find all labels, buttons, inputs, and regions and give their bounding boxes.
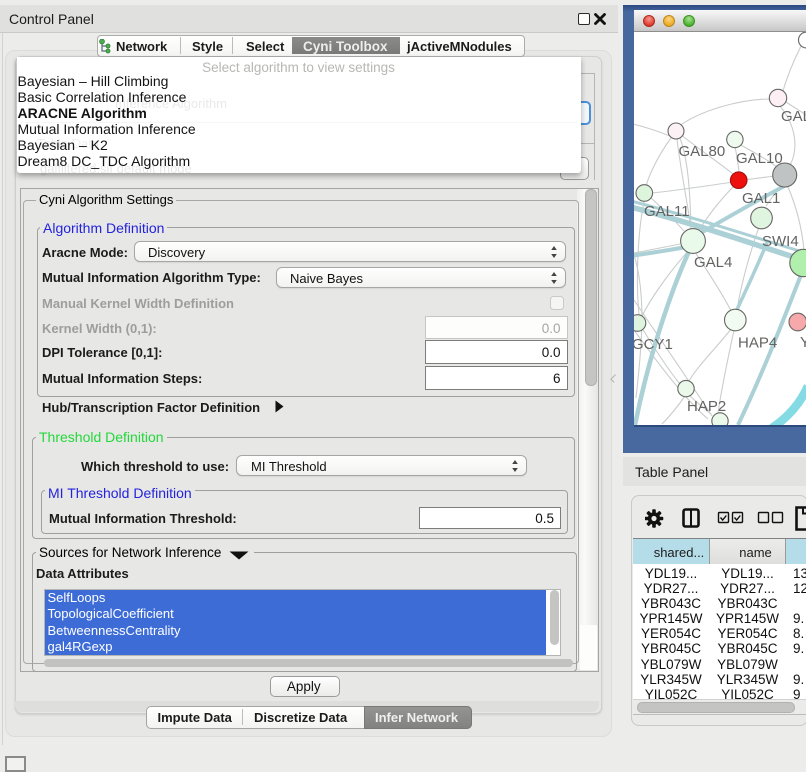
svg-text:GAL10: GAL10 [736, 150, 783, 167]
svg-text:SWI4: SWI4 [762, 233, 799, 250]
svg-text:GAL: GAL [781, 108, 806, 125]
svg-text:HAP2: HAP2 [687, 398, 726, 415]
svg-text:GAL4: GAL4 [694, 254, 732, 271]
svg-text:Y: Y [800, 334, 806, 351]
svg-text:GAL1: GAL1 [742, 190, 780, 207]
svg-text:GAL80: GAL80 [679, 143, 726, 160]
svg-text:GAL11: GAL11 [644, 203, 690, 220]
svg-text:HAP4: HAP4 [738, 335, 777, 352]
svg-text:GCY1: GCY1 [634, 336, 673, 353]
